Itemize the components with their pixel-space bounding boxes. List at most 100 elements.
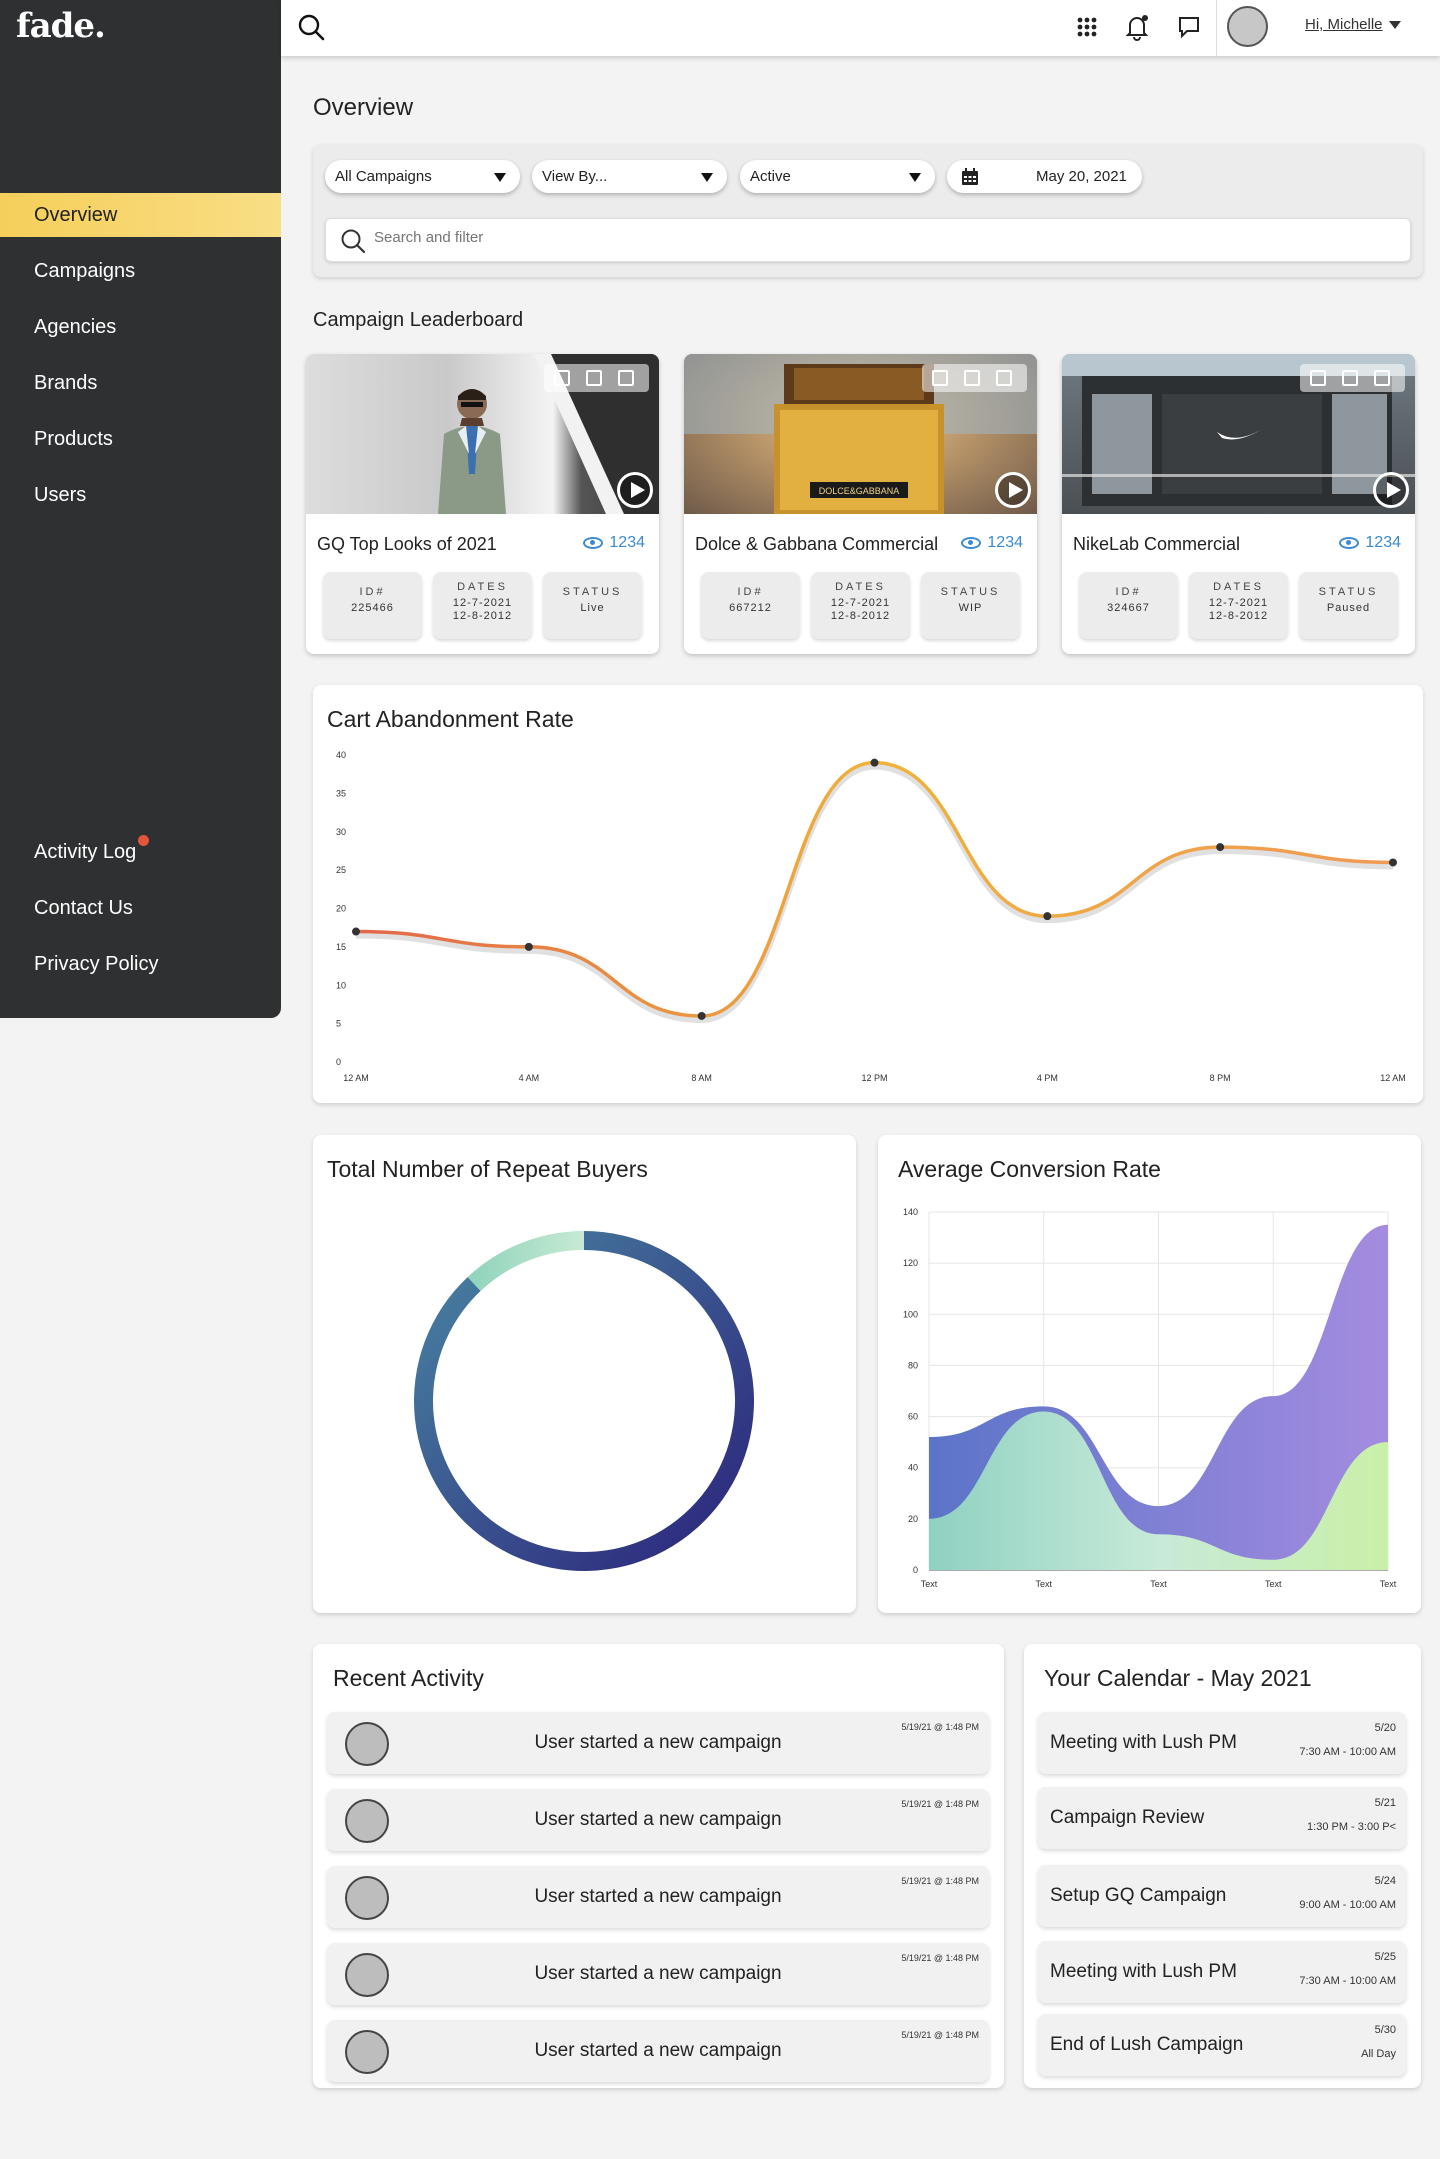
status-select[interactable]: Active	[740, 160, 935, 193]
campaign-card[interactable]: GQ Top Looks of 2021 1234 ID# 225466 DATE…	[306, 354, 659, 654]
duplicate-icon[interactable]	[586, 370, 602, 386]
id-pill: ID# 667212	[701, 572, 800, 639]
duplicate-icon[interactable]	[1342, 370, 1358, 386]
notification-dot	[138, 835, 150, 846]
pie-slice[interactable]	[414, 1231, 754, 1571]
play-icon[interactable]	[1373, 472, 1409, 508]
data-point[interactable]	[1043, 912, 1052, 921]
external-link-icon[interactable]	[618, 370, 634, 386]
activity-item[interactable]: User started a new campaign 5/19/21 @ 1:…	[327, 1866, 989, 1928]
event-title: Campaign Review	[1050, 1807, 1205, 1828]
apps-grid-icon[interactable]	[1072, 12, 1102, 42]
activity-item[interactable]: User started a new campaign 5/19/21 @ 1:…	[327, 2020, 989, 2082]
sidebar-item-campaigns[interactable]: Campaigns	[0, 249, 281, 293]
event-time: 7:30 AM - 10:00 AM	[1299, 1746, 1396, 1758]
external-link-icon[interactable]	[996, 370, 1012, 386]
status-select-value: Active	[750, 168, 791, 185]
sidebar-item-products[interactable]: Products	[0, 417, 281, 461]
card-actions	[922, 364, 1027, 392]
play-icon[interactable]	[617, 472, 653, 508]
calendar-event[interactable]: End of Lush Campaign 5/30 All Day	[1038, 2014, 1406, 2076]
copy-icon[interactable]	[554, 370, 570, 386]
x-tick-label: Text	[1035, 1579, 1052, 1589]
chat-icon[interactable]	[1174, 12, 1204, 42]
view-count-value: 1234	[1365, 534, 1401, 551]
view-by-select-value: View By...	[542, 168, 608, 185]
x-tick-label: 4 PM	[1037, 1073, 1058, 1083]
external-link-icon[interactable]	[1374, 370, 1390, 386]
data-point[interactable]	[524, 942, 533, 951]
eye-icon	[1339, 536, 1360, 549]
search-icon[interactable]	[296, 12, 326, 42]
pill-label: STATUS	[1318, 586, 1379, 598]
pill-value: 667212	[729, 602, 772, 614]
activity-text: User started a new campaign	[534, 1732, 782, 1753]
event-title: Setup GQ Campaign	[1050, 1885, 1227, 1906]
pill-value: 12-8-2012	[452, 610, 513, 622]
x-tick-label: Text	[1380, 1579, 1397, 1589]
campaign-card[interactable]: DOLCE&GABBANA Dolce & Gabbana Commercial…	[684, 354, 1037, 654]
calendar-event[interactable]: Campaign Review 5/21 1:30 PM - 3:00 P<	[1038, 1787, 1406, 1849]
y-tick-label: 0	[336, 1057, 341, 1067]
activity-item[interactable]: User started a new campaign 5/19/21 @ 1:…	[327, 1789, 989, 1851]
activity-title: Recent Activity	[333, 1665, 484, 1691]
cart-abandonment-panel: Cart Abandonment Rate 0 5 10 15 20 25 30 35 40 12…	[313, 685, 1423, 1103]
avatar[interactable]	[1227, 6, 1268, 47]
pill-label: DATES	[457, 581, 508, 593]
calendar-event[interactable]: Meeting with Lush PM 5/25 7:30 AM - 10:0…	[1038, 1941, 1406, 2003]
sidebar-item-activity-log[interactable]: Activity Log	[0, 830, 281, 874]
data-point[interactable]	[697, 1011, 706, 1020]
search-input[interactable]	[374, 229, 1274, 246]
sidebar-item-agencies[interactable]: Agencies	[0, 305, 281, 349]
app-logo[interactable]: fade.	[16, 6, 106, 46]
view-by-select[interactable]: View By...	[532, 160, 727, 193]
play-icon[interactable]	[995, 472, 1031, 508]
copy-icon[interactable]	[932, 370, 948, 386]
calendar-panel: Your Calendar - May 2021 Meeting with Lu…	[1024, 1644, 1421, 2088]
recent-activity-panel: Recent Activity User started a new campa…	[313, 1644, 1004, 2088]
view-count-value: 1234	[987, 534, 1023, 551]
repeat-buyers-panel: Total Number of Repeat Buyers	[313, 1135, 856, 1613]
card-actions	[544, 364, 649, 392]
data-point[interactable]	[1389, 858, 1397, 867]
sidebar-item-contact-us[interactable]: Contact Us	[0, 886, 281, 930]
y-tick-label: 30	[336, 827, 346, 837]
activity-timestamp: 5/19/21 @ 1:48 PM	[901, 1953, 979, 1963]
data-point[interactable]	[1216, 843, 1225, 852]
line-shadow	[355, 763, 1394, 1023]
event-date: 5/24	[1374, 1875, 1396, 1887]
sidebar-item-users[interactable]: Users	[0, 473, 281, 517]
pill-value: Paused	[1326, 602, 1371, 614]
data-point[interactable]	[870, 758, 879, 767]
sidebar-item-brands[interactable]: Brands	[0, 361, 281, 405]
calendar-event[interactable]: Meeting with Lush PM 5/20 7:30 AM - 10:0…	[1038, 1712, 1406, 1774]
sidebar-item-overview[interactable]: Overview	[0, 193, 281, 237]
calendar-event[interactable]: Setup GQ Campaign 5/24 9:00 AM - 10:00 A…	[1038, 1865, 1406, 1927]
copy-icon[interactable]	[1310, 370, 1326, 386]
sidebar-item-privacy-policy[interactable]: Privacy Policy	[0, 942, 281, 986]
activity-item[interactable]: User started a new campaign 5/19/21 @ 1:…	[327, 1712, 989, 1774]
pill-value: 12-7-2021	[452, 597, 513, 609]
view-count: 1234	[583, 534, 645, 552]
pie-slice[interactable]	[467, 1231, 584, 1291]
duplicate-icon[interactable]	[964, 370, 980, 386]
x-tick-label: 8 AM	[691, 1073, 712, 1083]
activity-item[interactable]: User started a new campaign 5/19/21 @ 1:…	[327, 1943, 989, 2005]
date-picker[interactable]: May 20, 2021	[947, 160, 1142, 193]
activity-timestamp: 5/19/21 @ 1:48 PM	[901, 2030, 979, 2040]
search-field[interactable]	[325, 218, 1411, 262]
topbar-divider	[1216, 0, 1217, 56]
bell-icon[interactable]	[1122, 12, 1152, 42]
y-tick-label: 140	[903, 1207, 918, 1217]
user-menu[interactable]: Hi, Michelle	[1305, 16, 1401, 33]
campaigns-select[interactable]: All Campaigns	[325, 160, 520, 193]
pill-label: STATUS	[940, 586, 1001, 598]
activity-timestamp: 5/19/21 @ 1:48 PM	[901, 1799, 979, 1809]
pill-label: ID#	[359, 586, 386, 598]
cart-abandonment-chart: 0 5 10 15 20 25 30 35 40 12 AM 4 AM 8 AM 12 PM 4 PM 8 …	[336, 750, 1406, 1083]
sidebar: fade. Overview Campaigns Agencies Brands…	[0, 0, 281, 1018]
data-point[interactable]	[352, 927, 360, 936]
y-tick-label: 60	[908, 1412, 918, 1422]
pill-value: WIP	[958, 602, 983, 614]
campaign-card[interactable]: NikeLab Commercial 1234 ID# 324667 DATES 1…	[1062, 354, 1415, 654]
